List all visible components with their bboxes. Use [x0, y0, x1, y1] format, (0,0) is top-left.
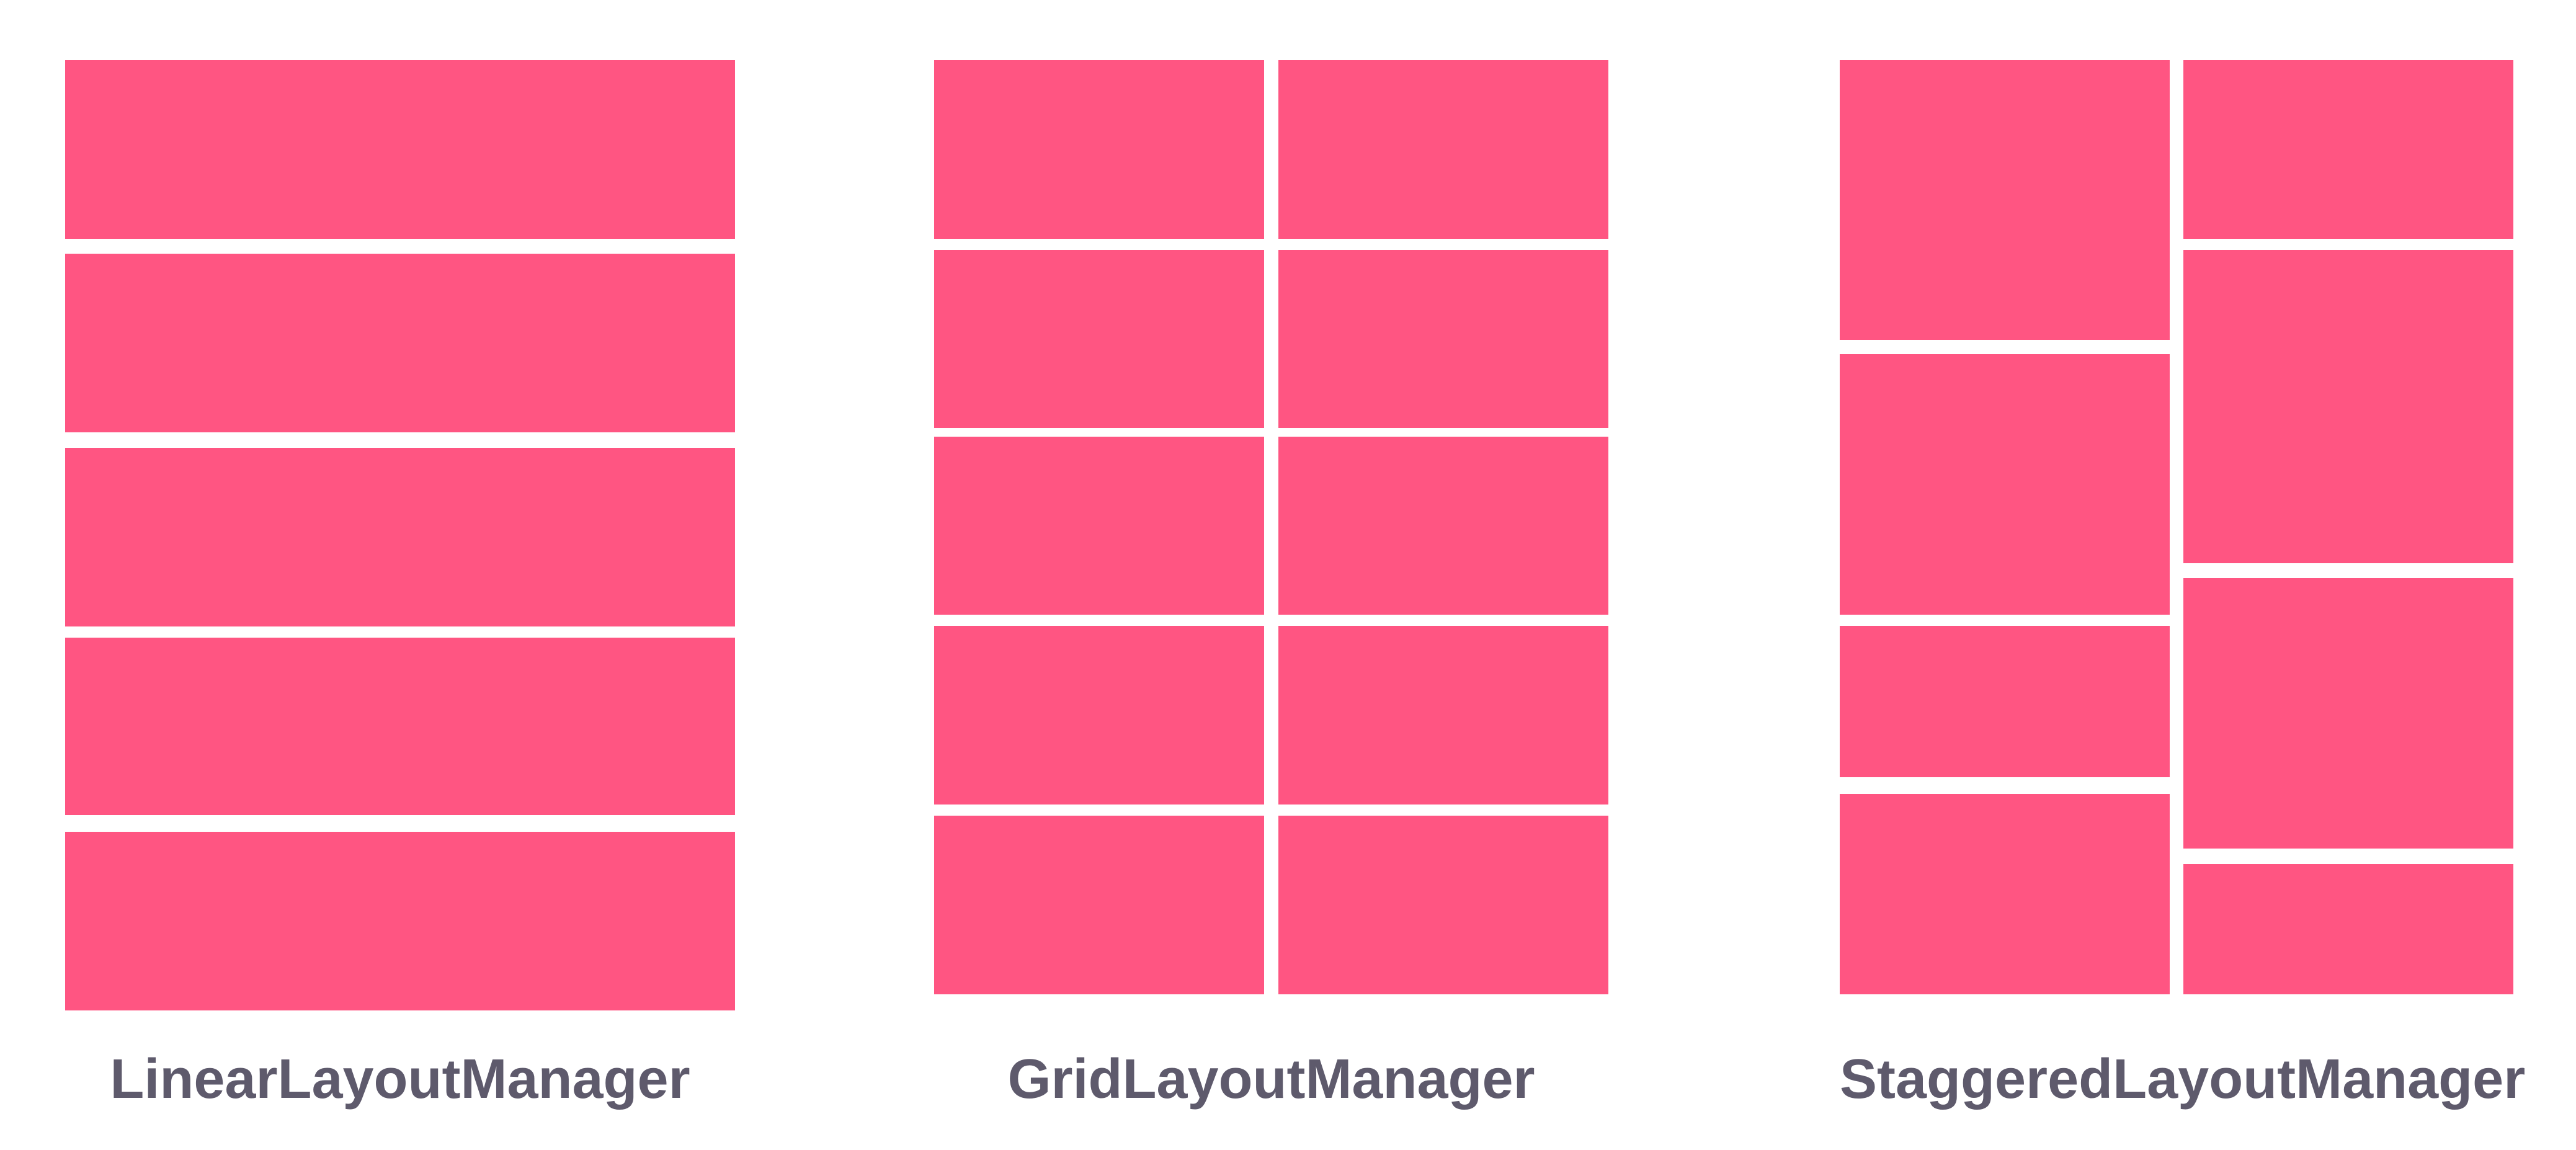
grid-item	[1278, 816, 1608, 994]
staggered-item	[1840, 60, 2170, 340]
staggered-item	[2183, 250, 2513, 563]
grid-item	[1278, 250, 1608, 428]
grid-item	[934, 60, 1264, 239]
grid-item	[934, 250, 1264, 428]
staggered-layout-panel: StaggeredLayoutManager	[1687, 0, 2576, 1150]
grid-item	[934, 437, 1264, 615]
list-item	[65, 60, 735, 239]
grid-layout-caption: GridLayoutManager	[1007, 1048, 1535, 1110]
list-item	[65, 638, 735, 815]
grid-item	[1278, 626, 1608, 805]
list-item	[65, 832, 735, 1010]
grid-item	[1278, 60, 1608, 239]
staggered-item	[1840, 626, 2170, 777]
staggered-item	[2183, 864, 2513, 994]
linear-layout-panel: LinearLayoutManager	[0, 0, 806, 1150]
staggered-item	[1840, 794, 2170, 994]
list-item	[65, 254, 735, 432]
grid-layout-panel: GridLayoutManager	[806, 0, 1687, 1150]
grid-item	[934, 626, 1264, 805]
staggered-item	[2183, 578, 2513, 849]
staggered-layout-caption: StaggeredLayoutManager	[1840, 1048, 2526, 1110]
grid-item	[934, 816, 1264, 994]
linear-layout-caption: LinearLayoutManager	[110, 1048, 690, 1110]
staggered-item	[2183, 60, 2513, 239]
list-item	[65, 448, 735, 626]
grid-item	[1278, 437, 1608, 615]
staggered-item	[1840, 354, 2170, 615]
